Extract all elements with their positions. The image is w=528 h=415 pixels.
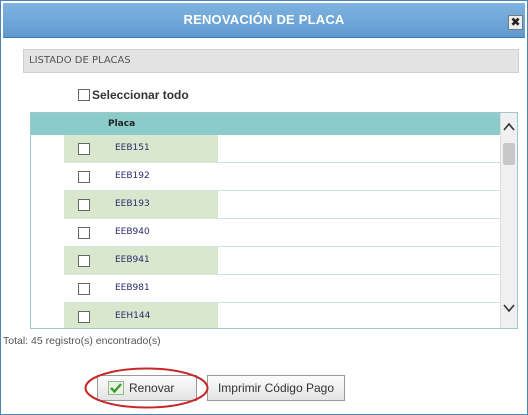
- table-row[interactable]: EEB151: [31, 135, 501, 163]
- plate-value: EEB941: [115, 255, 150, 265]
- imprimir-button-label: Imprimir Código Pago: [217, 381, 335, 395]
- scrollbar-thumb[interactable]: [503, 143, 515, 165]
- check-icon: [108, 381, 124, 395]
- imprimir-codigo-pago-button[interactable]: Imprimir Código Pago: [207, 375, 345, 401]
- plate-value: EEB940: [115, 227, 150, 237]
- dialog-title: RENOVACIÓN DE PLACA: [183, 12, 345, 27]
- row-checkbox[interactable]: [78, 227, 90, 239]
- row-checkbox[interactable]: [78, 255, 90, 267]
- table-row[interactable]: EEH144: [31, 303, 501, 328]
- renovar-button[interactable]: Renovar: [97, 375, 197, 401]
- renovar-button-label: Renovar: [129, 381, 175, 395]
- table-scrollbar[interactable]: [500, 113, 517, 328]
- section-title: LISTADO DE PLACAS: [29, 55, 131, 66]
- table-row[interactable]: EEB981: [31, 275, 501, 303]
- total-records-text: Total: 45 registro(s) encontrado(s): [3, 335, 161, 347]
- plate-value: EEH144: [115, 311, 151, 321]
- select-all-checkbox[interactable]: [78, 89, 90, 101]
- plate-value: EEB193: [115, 199, 150, 209]
- section-header: LISTADO DE PLACAS: [23, 49, 519, 73]
- chevron-up-icon[interactable]: [501, 121, 517, 137]
- table-row[interactable]: EEB940: [31, 219, 501, 247]
- table-row[interactable]: EEB941: [31, 247, 501, 275]
- row-checkbox[interactable]: [78, 283, 90, 295]
- plate-value: EEB981: [115, 283, 150, 293]
- plate-value: EEB192: [115, 171, 150, 181]
- table-row[interactable]: EEB192: [31, 163, 501, 191]
- row-checkbox[interactable]: [78, 171, 90, 183]
- row-checkbox[interactable]: [78, 143, 90, 155]
- column-header-placa[interactable]: Placa: [108, 113, 135, 135]
- table-header: Placa: [31, 113, 501, 135]
- table-row[interactable]: EEB193: [31, 191, 501, 219]
- row-checkbox[interactable]: [78, 311, 90, 323]
- select-all-label[interactable]: Seleccionar todo: [92, 88, 189, 102]
- row-checkbox[interactable]: [78, 199, 90, 211]
- dialog-titlebar[interactable]: RENOVACIÓN DE PLACA ✖: [3, 3, 525, 38]
- renovacion-dialog: RENOVACIÓN DE PLACA ✖ LISTADO DE PLACAS …: [0, 0, 528, 415]
- plate-value: EEB151: [115, 143, 150, 153]
- close-icon[interactable]: ✖: [508, 15, 523, 30]
- select-all-control[interactable]: Seleccionar todo: [78, 87, 189, 103]
- plates-table: Placa EEB151 EEB192 EEB193 EEB940 EEB941: [30, 112, 518, 329]
- chevron-down-icon[interactable]: [501, 302, 517, 318]
